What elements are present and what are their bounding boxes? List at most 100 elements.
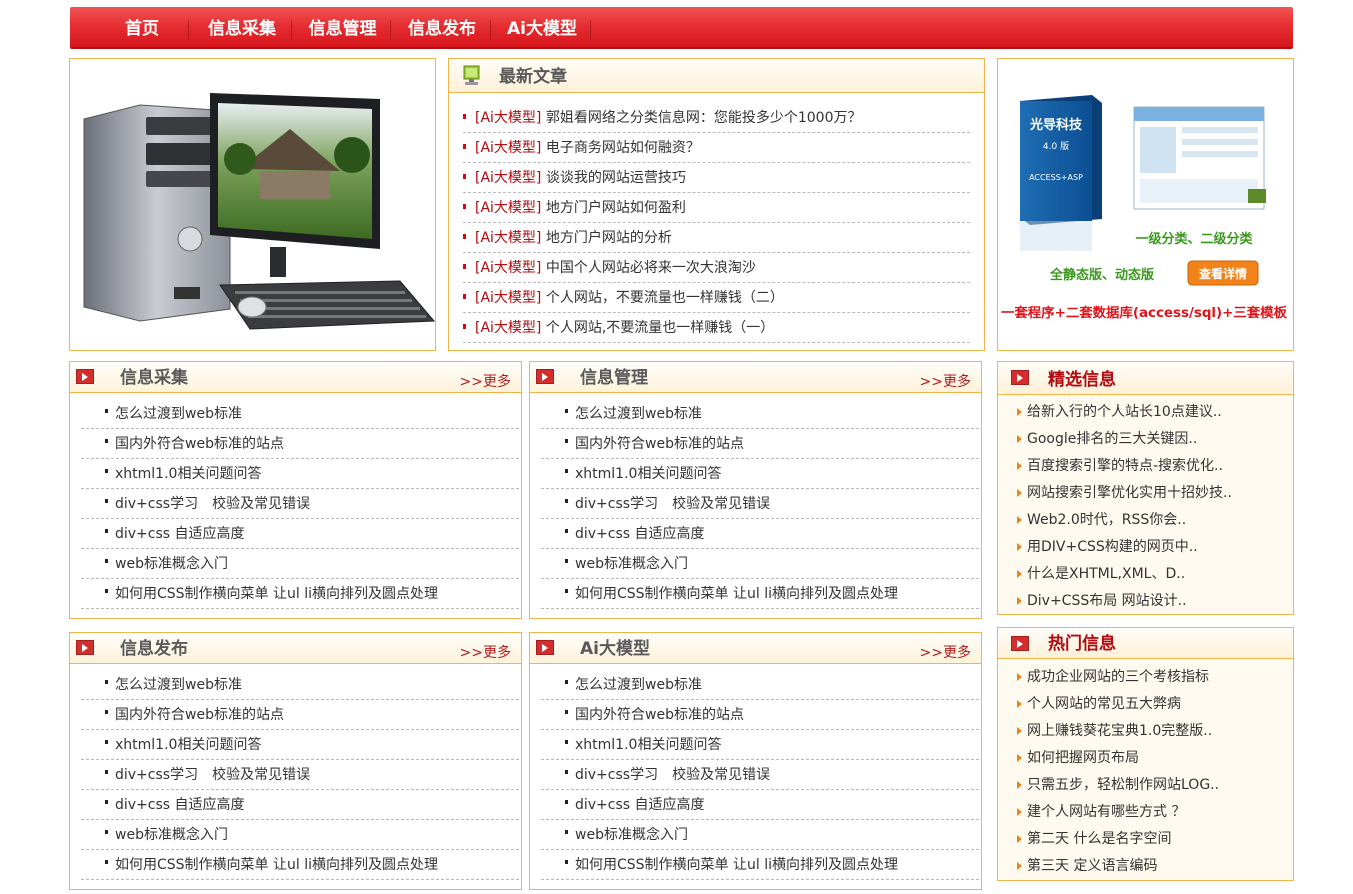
latest-article-item[interactable]: [Ai大模型] 电子商务网站如何融资？ bbox=[463, 133, 970, 163]
section-item-text[interactable]: 如何用CSS制作横向菜单 让ul li横向排列及圆点处理 bbox=[105, 586, 438, 602]
hot-list-item[interactable]: 如何把握网页布局 bbox=[1017, 745, 1219, 772]
article-title[interactable]: 地方门户网站如何盈利 bbox=[546, 200, 686, 216]
nav-info-publish[interactable]: 信息发布 bbox=[394, 7, 490, 49]
ad-details-button[interactable]: 查看详情 bbox=[1198, 266, 1247, 281]
section-list-item[interactable]: 如何用CSS制作横向菜单 让ul li横向排列及圆点处理 bbox=[81, 579, 519, 609]
featured-list-item[interactable]: 百度搜索引擎的特点-搜索优化.. bbox=[1017, 453, 1232, 480]
section-item-text[interactable]: 国内外符合web标准的站点 bbox=[105, 707, 284, 723]
section-list-item[interactable]: 如何用CSS制作横向菜单 让ul li横向排列及圆点处理 bbox=[541, 579, 979, 609]
hot-item-text[interactable]: 建个人网站有哪些方式 ？ bbox=[1027, 804, 1185, 820]
more-link[interactable]: >>更多 bbox=[460, 371, 511, 391]
section-item-text[interactable]: 国内外符合web标准的站点 bbox=[105, 436, 284, 452]
latest-article-item[interactable]: [Ai大模型] 谈谈我的网站运营技巧 bbox=[463, 163, 970, 193]
section-item-text[interactable]: div+css 自适应高度 bbox=[565, 526, 705, 542]
section-list-item[interactable]: div+css 自适应高度 bbox=[81, 519, 519, 549]
article-title[interactable]: 个人网站,不要流量也一样赚钱（一） bbox=[546, 320, 774, 336]
section-list-item[interactable]: div+css 自适应高度 bbox=[541, 519, 979, 549]
featured-list-item[interactable]: 用DIV+CSS构建的网页中.. bbox=[1017, 534, 1232, 561]
section-item-text[interactable]: xhtml1.0相关问题问答 bbox=[565, 737, 721, 753]
hot-list-item[interactable]: 第二天 什么是名字空间 bbox=[1017, 826, 1219, 853]
section-list-item[interactable]: 怎么过渡到web标准 bbox=[541, 670, 979, 700]
section-item-text[interactable]: div+css学习 校验及常见错误 bbox=[565, 767, 770, 783]
featured-list-item[interactable]: 什么是XHTML,XML、D.. bbox=[1017, 561, 1232, 588]
section-list-item[interactable]: web标准概念入门 bbox=[81, 549, 519, 579]
section-list-item[interactable]: 国内外符合web标准的站点 bbox=[81, 700, 519, 730]
more-link[interactable]: >>更多 bbox=[920, 642, 971, 662]
featured-list-item[interactable]: Web2.0时代，RSS你会.. bbox=[1017, 507, 1232, 534]
nav-ai-model[interactable]: Ai大模型 bbox=[494, 7, 590, 49]
section-list-item[interactable]: xhtml1.0相关问题问答 bbox=[541, 459, 979, 489]
section-item-text[interactable]: div+css学习 校验及常见错误 bbox=[105, 767, 310, 783]
hot-item-text[interactable]: 第二天 什么是名字空间 bbox=[1027, 831, 1171, 847]
section-list-item[interactable]: web标准概念入门 bbox=[81, 820, 519, 850]
hot-list-item[interactable]: 成功企业网站的三个考核指标 bbox=[1017, 664, 1219, 691]
section-item-text[interactable]: xhtml1.0相关问题问答 bbox=[105, 466, 261, 482]
hot-item-text[interactable]: 个人网站的常见五大弊病 bbox=[1027, 696, 1181, 712]
hot-item-text[interactable]: 第三天 定义语言编码 bbox=[1027, 858, 1157, 874]
section-item-text[interactable]: div+css 自适应高度 bbox=[105, 797, 245, 813]
section-item-text[interactable]: 如何用CSS制作横向菜单 让ul li横向排列及圆点处理 bbox=[565, 586, 898, 602]
section-item-text[interactable]: 怎么过渡到web标准 bbox=[565, 406, 702, 422]
section-list-item[interactable]: 怎么过渡到web标准 bbox=[81, 670, 519, 700]
section-item-text[interactable]: 如何用CSS制作横向菜单 让ul li横向排列及圆点处理 bbox=[105, 857, 438, 873]
product-ad-banner[interactable]: 光导科技 4.0 版 ACCESS+ASP 一级分类、二级分类 全静态版、动态版… bbox=[998, 59, 1293, 350]
article-tag[interactable]: [Ai大模型] bbox=[475, 170, 541, 186]
section-item-text[interactable]: web标准概念入门 bbox=[565, 556, 688, 572]
section-list-item[interactable]: div+css学习 校验及常见错误 bbox=[81, 489, 519, 519]
hot-list-item[interactable]: 建个人网站有哪些方式 ？ bbox=[1017, 799, 1219, 826]
section-list-item[interactable]: 怎么过渡到web标准 bbox=[541, 399, 979, 429]
featured-item-text[interactable]: Div+CSS布局 网站设计.. bbox=[1027, 593, 1187, 609]
featured-item-text[interactable]: Google排名的三大关键因.. bbox=[1027, 431, 1197, 447]
section-list-item[interactable]: web标准概念入门 bbox=[541, 549, 979, 579]
section-list-item[interactable]: 如何用CSS制作横向菜单 让ul li横向排列及圆点处理 bbox=[81, 850, 519, 880]
article-title[interactable]: 谈谈我的网站运营技巧 bbox=[546, 170, 686, 186]
hot-item-text[interactable]: 只需五步，轻松制作网站LOG.. bbox=[1027, 777, 1219, 793]
section-list-item[interactable]: 国内外符合web标准的站点 bbox=[541, 429, 979, 459]
more-link[interactable]: >>更多 bbox=[920, 371, 971, 391]
section-item-text[interactable]: 国内外符合web标准的站点 bbox=[565, 707, 744, 723]
featured-item-text[interactable]: 什么是XHTML,XML、D.. bbox=[1027, 566, 1185, 582]
section-item-text[interactable]: 如何用CSS制作横向菜单 让ul li横向排列及圆点处理 bbox=[565, 857, 898, 873]
section-list-item[interactable]: div+css学习 校验及常见错误 bbox=[541, 760, 979, 790]
section-list-item[interactable]: web标准概念入门 bbox=[541, 820, 979, 850]
latest-article-item[interactable]: [Ai大模型] 地方门户网站如何盈利 bbox=[463, 193, 970, 223]
hot-item-text[interactable]: 如何把握网页布局 bbox=[1027, 750, 1139, 766]
section-item-text[interactable]: div+css学习 校验及常见错误 bbox=[105, 496, 310, 512]
section-list-item[interactable]: 国内外符合web标准的站点 bbox=[81, 429, 519, 459]
section-list-item[interactable]: div+css学习 校验及常见错误 bbox=[81, 760, 519, 790]
section-item-text[interactable]: xhtml1.0相关问题问答 bbox=[565, 466, 721, 482]
article-title[interactable]: 个人网站，不要流量也一样赚钱（二） bbox=[546, 290, 784, 306]
hot-list-item[interactable]: 网上赚钱葵花宝典1.0完整版.. bbox=[1017, 718, 1219, 745]
section-item-text[interactable]: div+css 自适应高度 bbox=[105, 526, 245, 542]
article-tag[interactable]: [Ai大模型] bbox=[475, 140, 541, 156]
featured-item-text[interactable]: 百度搜索引擎的特点-搜索优化.. bbox=[1027, 458, 1223, 474]
hot-list-item[interactable]: 只需五步，轻松制作网站LOG.. bbox=[1017, 772, 1219, 799]
latest-article-item[interactable]: [Ai大模型] 个人网站，不要流量也一样赚钱（二） bbox=[463, 283, 970, 313]
hot-item-text[interactable]: 成功企业网站的三个考核指标 bbox=[1027, 669, 1209, 685]
section-item-text[interactable]: div+css 自适应高度 bbox=[565, 797, 705, 813]
featured-item-text[interactable]: 用DIV+CSS构建的网页中.. bbox=[1027, 539, 1198, 555]
section-item-text[interactable]: xhtml1.0相关问题问答 bbox=[105, 737, 261, 753]
featured-item-text[interactable]: Web2.0时代，RSS你会.. bbox=[1027, 512, 1186, 528]
featured-item-text[interactable]: 网站搜索引擎优化实用十招妙技.. bbox=[1027, 485, 1232, 501]
latest-article-item[interactable]: [Ai大模型] 地方门户网站的分析 bbox=[463, 223, 970, 253]
section-item-text[interactable]: web标准概念入门 bbox=[565, 827, 688, 843]
nav-info-collect[interactable]: 信息采集 bbox=[192, 7, 292, 49]
latest-article-item[interactable]: [Ai大模型] 郭姐看网络之分类信息网：您能投多少个1000万？ bbox=[463, 103, 970, 133]
hot-list-item[interactable]: 个人网站的常见五大弊病 bbox=[1017, 691, 1219, 718]
article-title[interactable]: 电子商务网站如何融资？ bbox=[546, 140, 700, 156]
section-list-item[interactable]: 如何用CSS制作横向菜单 让ul li横向排列及圆点处理 bbox=[541, 850, 979, 880]
latest-article-item[interactable]: [Ai大模型] 中国个人网站必将来一次大浪淘沙 bbox=[463, 253, 970, 283]
featured-item-text[interactable]: 给新入行的个人站长10点建议.. bbox=[1027, 404, 1222, 420]
hot-list-item[interactable]: 第三天 定义语言编码 bbox=[1017, 853, 1219, 880]
section-item-text[interactable]: 国内外符合web标准的站点 bbox=[565, 436, 744, 452]
section-item-text[interactable]: 怎么过渡到web标准 bbox=[105, 406, 242, 422]
section-list-item[interactable]: xhtml1.0相关问题问答 bbox=[541, 730, 979, 760]
section-list-item[interactable]: 怎么过渡到web标准 bbox=[81, 399, 519, 429]
section-list-item[interactable]: xhtml1.0相关问题问答 bbox=[81, 730, 519, 760]
section-item-text[interactable]: web标准概念入门 bbox=[105, 827, 228, 843]
featured-list-item[interactable]: 给新入行的个人站长10点建议.. bbox=[1017, 399, 1232, 426]
featured-list-item[interactable]: Div+CSS布局 网站设计.. bbox=[1017, 588, 1232, 615]
section-item-text[interactable]: web标准概念入门 bbox=[105, 556, 228, 572]
article-tag[interactable]: [Ai大模型] bbox=[475, 320, 541, 336]
